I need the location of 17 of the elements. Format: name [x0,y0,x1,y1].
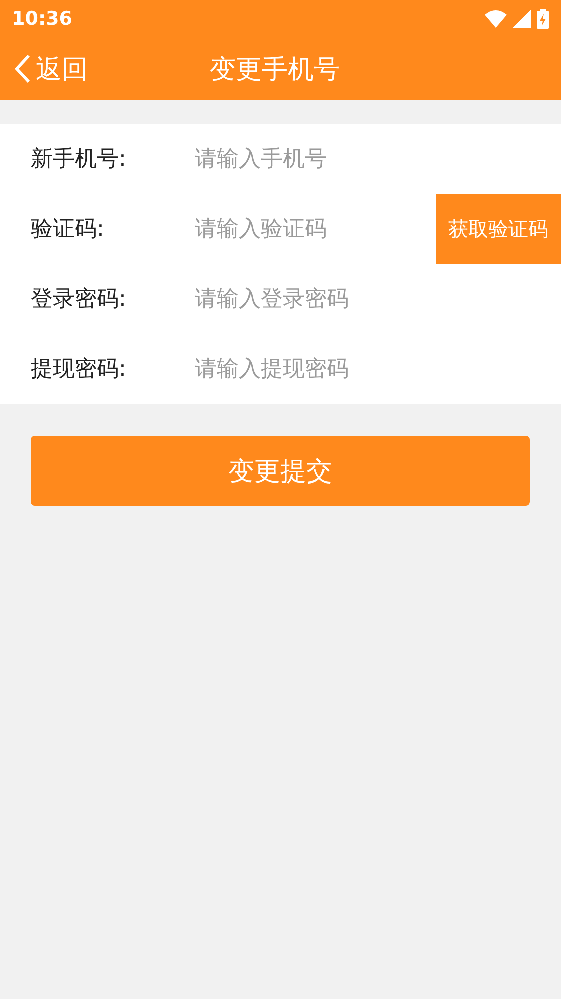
wifi-icon [485,10,507,28]
page-title: 变更手机号 [210,54,340,86]
field-label: 新手机号: [30,146,128,174]
get-code-button[interactable]: 获取验证码 [436,194,561,264]
field-label: 提现密码: [30,356,128,384]
back-button[interactable]: 返回 [0,52,88,86]
field-label: 登录密码: [30,286,128,314]
input-field[interactable]: 请输入手机号 [195,124,561,194]
status-time: 10:36 [12,8,72,30]
battery-icon [537,9,549,29]
input-field[interactable]: 请输入登录密码 [195,264,561,334]
signal-icon [513,10,531,28]
input-field[interactable]: 请输入提现密码 [195,334,561,404]
back-chevron-icon [14,54,32,84]
input-field[interactable]: 请输入验证码 [195,194,436,264]
field-label: 验证码: [30,216,106,244]
submit-button[interactable]: 变更提交 [31,436,530,506]
